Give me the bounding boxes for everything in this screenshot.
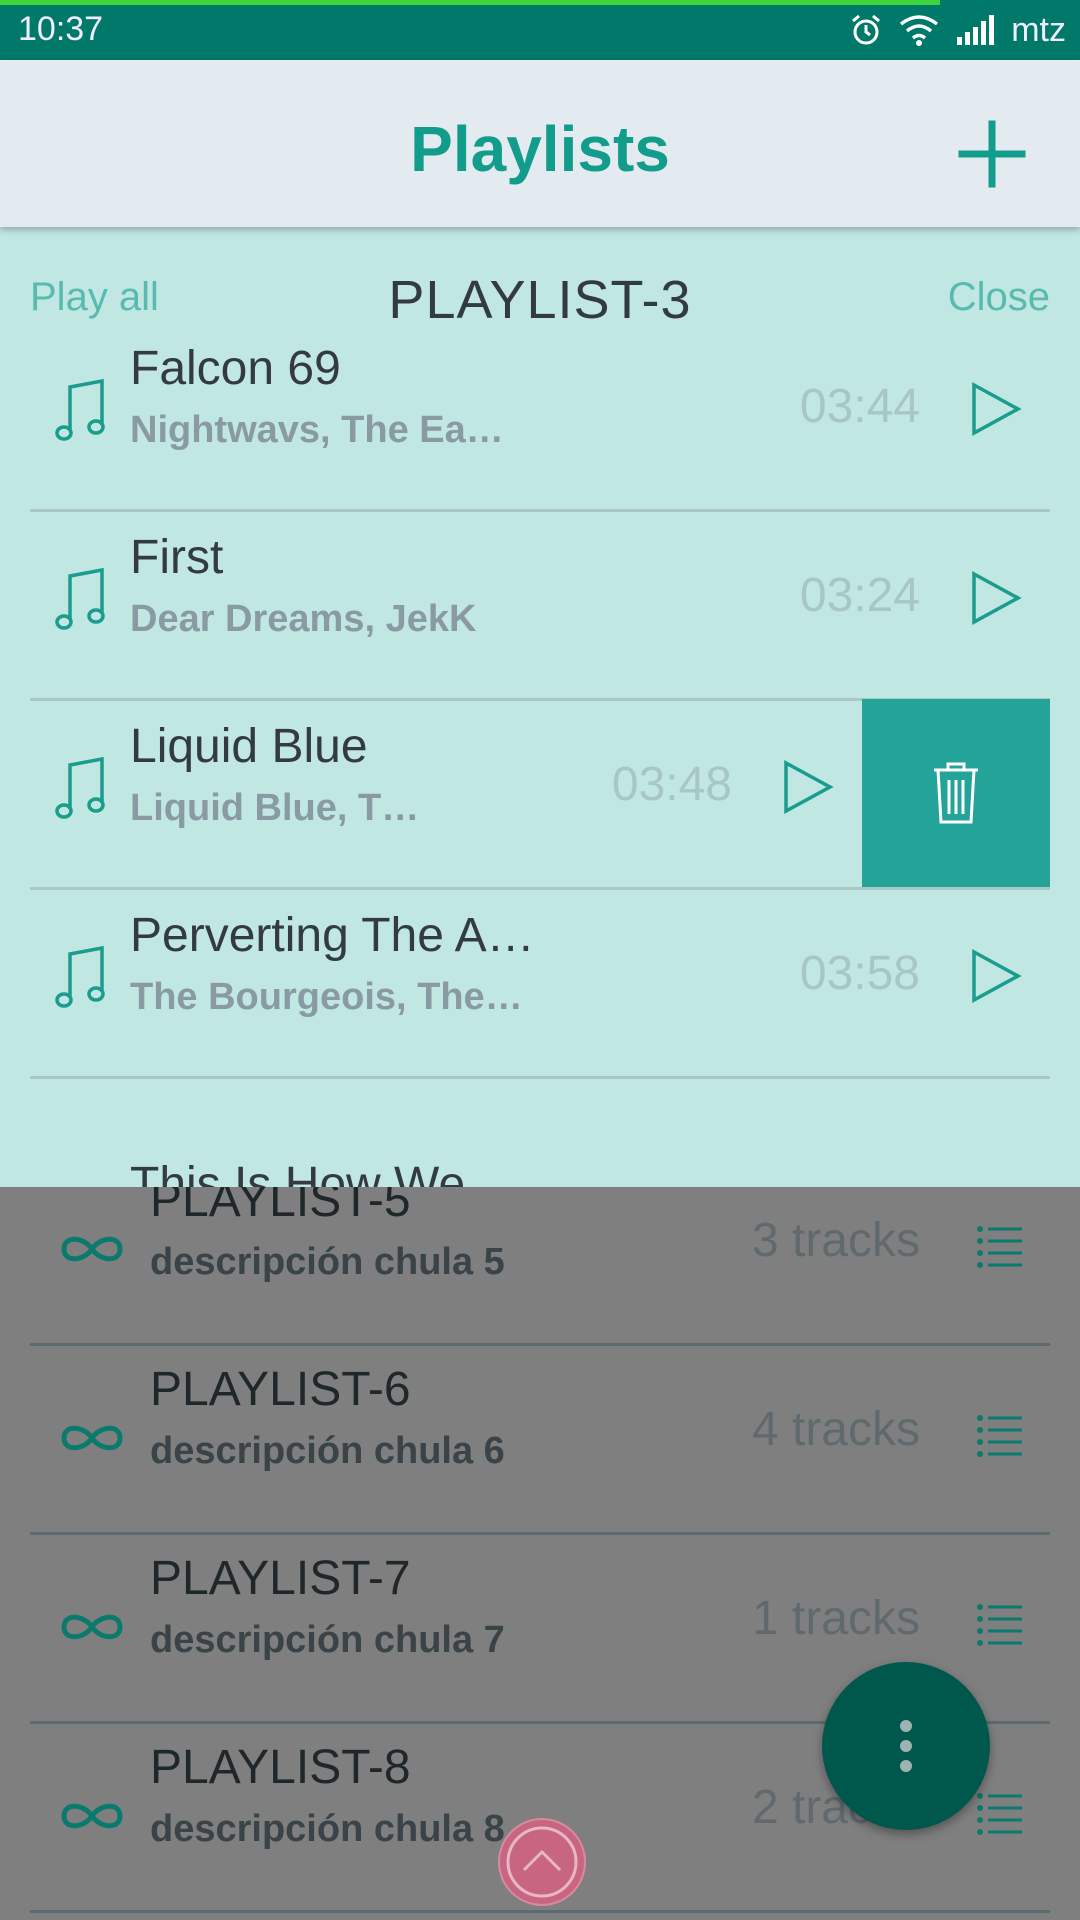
- playlist-name: PLAYLIST-6: [150, 1363, 411, 1416]
- track-duration: 03:58: [799, 947, 920, 1000]
- wifi-icon: [900, 15, 939, 46]
- track-row[interactable]: Perverting The A… The Bourgeois, The… 03…: [30, 888, 1050, 1079]
- play-icon[interactable]: [968, 379, 1024, 439]
- add-playlist-button[interactable]: [952, 114, 1032, 194]
- list-icon[interactable]: [976, 1603, 1024, 1647]
- progress-strip: [0, 0, 940, 5]
- track-title: This Is How We: [130, 1158, 466, 1187]
- playlist-detail-panel: Play all PLAYLIST-3 Close Falcon 69 Nigh…: [0, 227, 1080, 1187]
- plus-icon: [958, 120, 1026, 188]
- infinity-icon: [61, 1236, 123, 1262]
- more-vertical-icon: [900, 1720, 912, 1772]
- track-title: Perverting The A…: [130, 909, 535, 962]
- track-artist: Nightwavs, The Ea…: [130, 409, 504, 451]
- playlist-track-count: 3 tracks: [751, 1214, 920, 1267]
- track-content: Liquid Blue Liquid Blue, T… 03:48: [0, 699, 862, 887]
- track-title: Falcon 69: [130, 342, 341, 395]
- list-icon[interactable]: [976, 1414, 1024, 1458]
- status-time: 10:37: [18, 10, 104, 48]
- track-duration: 03:24: [799, 569, 920, 622]
- track-artist: The Bourgeois, The…: [130, 976, 523, 1018]
- music-note-icon: [55, 756, 105, 819]
- infinity-icon: [61, 1803, 123, 1829]
- playlist-track-count: 1 tracks: [751, 1592, 920, 1645]
- delete-track-button[interactable]: [862, 699, 1050, 887]
- music-note-icon: [55, 945, 105, 1008]
- status-bar: 10:37 mtz: [0, 0, 1080, 60]
- trash-icon: [934, 762, 978, 824]
- playlist-description: descripción chula 7: [150, 1619, 505, 1661]
- playlist-row[interactable]: PLAYLIST-6 descripción chula 6 4 tracks: [30, 1344, 1050, 1535]
- playlist-track-count: 4 tracks: [751, 1403, 920, 1456]
- play-icon[interactable]: [780, 757, 836, 817]
- page-title: Playlists: [410, 113, 670, 185]
- scroll-to-top-button[interactable]: [498, 1818, 586, 1906]
- app-bar: Playlists: [0, 60, 1080, 227]
- more-options-fab[interactable]: [822, 1662, 990, 1830]
- playlist-description: descripción chula 6: [150, 1430, 505, 1472]
- track-row[interactable]: First Dear Dreams, JekK 03:24: [30, 510, 1050, 701]
- track-artist: Dear Dreams, JekK: [130, 598, 477, 640]
- status-icons: mtz: [849, 8, 1066, 52]
- track-row[interactable]: Liquid Blue Liquid Blue, T… 03:48: [30, 699, 1050, 890]
- music-note-icon: [74, 1167, 114, 1187]
- track-row[interactable]: Falcon 69 Nightwavs, The Ea… 03:44: [30, 321, 1050, 512]
- play-icon[interactable]: [968, 946, 1024, 1006]
- alarm-icon: [852, 14, 881, 45]
- music-note-icon: [55, 567, 105, 630]
- play-icon[interactable]: [968, 568, 1024, 628]
- track-duration: 03:44: [799, 380, 920, 433]
- infinity-icon: [61, 1614, 123, 1640]
- playlist-name: PLAYLIST-8: [150, 1741, 411, 1794]
- carrier-name: mtz: [1011, 10, 1066, 49]
- close-button[interactable]: Close: [948, 275, 1050, 320]
- signal-icon: [957, 15, 995, 45]
- track-content: First Dear Dreams, JekK 03:24: [30, 510, 1050, 698]
- chevron-up-icon: [506, 1826, 578, 1898]
- playlist-name: PLAYLIST-7: [150, 1552, 411, 1605]
- playlist-description: descripción chula 5: [150, 1241, 505, 1283]
- list-icon[interactable]: [976, 1225, 1024, 1269]
- track-title: Liquid Blue: [130, 720, 368, 773]
- music-note-icon: [55, 378, 105, 441]
- track-duration: 03:48: [611, 758, 732, 811]
- playlist-description: descripción chula 8: [150, 1808, 505, 1850]
- track-content: Falcon 69 Nightwavs, The Ea… 03:44: [30, 321, 1050, 509]
- track-row[interactable]: This Is How We: [30, 1125, 1050, 1187]
- track-artist: Liquid Blue, T…: [130, 787, 420, 829]
- infinity-icon: [61, 1425, 123, 1451]
- track-title: First: [130, 531, 224, 584]
- track-content: Perverting The A… The Bourgeois, The… 03…: [30, 888, 1050, 1076]
- list-icon[interactable]: [976, 1792, 1024, 1836]
